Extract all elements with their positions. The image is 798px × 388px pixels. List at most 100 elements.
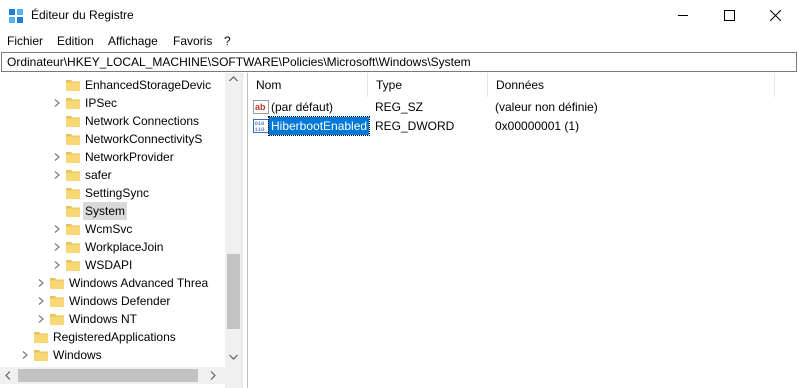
chevron-right-icon[interactable] bbox=[53, 225, 61, 233]
maximize-button[interactable] bbox=[706, 0, 752, 31]
tree-item-label: NetworkConnectivityS bbox=[85, 132, 203, 146]
address-bar[interactable]: Ordinateur\HKEY_LOCAL_MACHINE\SOFTWARE\P… bbox=[1, 52, 797, 72]
tree-item[interactable]: RegisteredApplications bbox=[0, 328, 225, 346]
tree-item-label: Windows Advanced Threa bbox=[69, 276, 209, 290]
chevron-right-icon[interactable] bbox=[37, 279, 45, 287]
tree-item[interactable]: IPSec bbox=[0, 94, 225, 112]
tree-item[interactable]: NetworkProvider bbox=[0, 148, 225, 166]
folder-icon bbox=[66, 134, 80, 145]
value-row[interactable]: ab (par défaut) REG_SZ (valeur non défin… bbox=[248, 98, 768, 116]
chevron-right-icon[interactable] bbox=[37, 297, 45, 305]
string-value-icon: ab bbox=[253, 100, 269, 114]
column-header-data[interactable]: Données bbox=[488, 73, 775, 97]
address-path[interactable]: Ordinateur\HKEY_LOCAL_MACHINE\SOFTWARE\P… bbox=[7, 55, 471, 69]
minimize-button[interactable] bbox=[660, 0, 706, 31]
value-data: (valeur non définie) bbox=[495, 100, 598, 114]
chevron-right-icon[interactable] bbox=[53, 171, 61, 179]
scroll-up-icon[interactable] bbox=[229, 76, 238, 82]
folder-icon bbox=[50, 314, 64, 325]
values-list[interactable]: Nom Type Données ab (par défaut) REG_SZ … bbox=[247, 73, 798, 388]
scroll-right-icon[interactable] bbox=[210, 371, 216, 380]
chevron-right-icon[interactable] bbox=[53, 261, 61, 269]
column-header-name[interactable]: Nom bbox=[248, 73, 368, 97]
minimize-icon bbox=[678, 15, 688, 16]
tree-item-label: RegisteredApplications bbox=[53, 330, 176, 344]
tree-scroll-thumb[interactable] bbox=[227, 254, 240, 329]
tree-item[interactable]: Network Connections bbox=[0, 112, 225, 130]
folder-icon bbox=[66, 98, 80, 109]
folder-icon bbox=[66, 152, 80, 163]
tree-item-label: NetworkProvider bbox=[85, 150, 174, 164]
scroll-down-icon[interactable] bbox=[229, 354, 238, 360]
chevron-right-icon[interactable] bbox=[21, 351, 29, 359]
folder-icon bbox=[34, 350, 48, 361]
tree-item-label: WorkplaceJoin bbox=[85, 240, 164, 254]
tree-horizontal-scrollbar[interactable] bbox=[0, 367, 225, 384]
tree-item-label: EnhancedStorageDevic bbox=[85, 78, 212, 92]
scroll-left-icon[interactable] bbox=[5, 371, 11, 380]
menu-edition[interactable]: Edition bbox=[57, 34, 94, 48]
chevron-right-icon[interactable] bbox=[53, 243, 61, 251]
tree-item-label: Windows bbox=[53, 348, 102, 362]
title-bar: Éditeur du Registre bbox=[0, 0, 798, 31]
chevron-right-icon[interactable] bbox=[53, 153, 61, 161]
chevron-right-icon[interactable] bbox=[53, 99, 61, 107]
value-type: REG_DWORD bbox=[375, 119, 455, 133]
tree-item[interactable]: Windows bbox=[0, 346, 225, 364]
tree-item[interactable]: WSDAPI bbox=[0, 256, 225, 274]
tree-item[interactable]: NetworkConnectivityS bbox=[0, 130, 225, 148]
tree-item-label: Windows Defender bbox=[69, 294, 171, 308]
tree-item[interactable]: WorkplaceJoin bbox=[0, 238, 225, 256]
tree-item-label: SettingSync bbox=[85, 186, 150, 200]
close-button[interactable] bbox=[752, 0, 798, 31]
folder-icon bbox=[66, 260, 80, 271]
tree-item-label: safer bbox=[85, 168, 112, 182]
menu-help[interactable]: ? bbox=[224, 34, 231, 48]
folder-icon bbox=[66, 170, 80, 181]
menu-favoris[interactable]: Favoris bbox=[173, 34, 212, 48]
column-header-type[interactable]: Type bbox=[368, 73, 488, 97]
tree-item-label: WSDAPI bbox=[85, 258, 133, 272]
tree-item[interactable]: WcmSvc bbox=[0, 220, 225, 238]
folder-icon bbox=[66, 116, 80, 127]
tree-item-label: Network Connections bbox=[85, 114, 200, 128]
value-data: 0x00000001 (1) bbox=[495, 119, 580, 133]
tree-item-label: WcmSvc bbox=[85, 222, 133, 236]
tree-pane[interactable]: EnhancedStorageDevic IPSec Network Connect… bbox=[0, 73, 242, 388]
value-name: HiberbootEnabled bbox=[267, 116, 371, 136]
maximize-icon bbox=[724, 10, 735, 21]
window-title: Éditeur du Registre bbox=[31, 8, 134, 22]
tree-item[interactable]: Windows NT bbox=[0, 310, 225, 328]
tree-item[interactable]: Windows Defender bbox=[0, 292, 225, 310]
tree-item-label: System bbox=[83, 202, 128, 220]
folder-icon bbox=[66, 80, 80, 91]
folder-icon bbox=[66, 224, 80, 235]
menu-fichier[interactable]: Fichier bbox=[7, 34, 43, 48]
folder-icon bbox=[66, 206, 80, 217]
folder-icon bbox=[50, 296, 64, 307]
svg-text:110: 110 bbox=[255, 126, 265, 133]
value-type: REG_SZ bbox=[375, 100, 424, 114]
folder-icon bbox=[50, 278, 64, 289]
close-icon bbox=[770, 10, 781, 21]
folder-icon bbox=[34, 332, 48, 343]
svg-text:ab: ab bbox=[255, 102, 266, 112]
tree-item-label: IPSec bbox=[85, 96, 118, 110]
tree-item[interactable]: Windows Advanced Threa bbox=[0, 274, 225, 292]
menu-bar: Fichier Edition Affichage Favoris ? bbox=[0, 31, 798, 51]
menu-affichage[interactable]: Affichage bbox=[108, 34, 158, 48]
tree-vertical-scrollbar[interactable] bbox=[225, 73, 242, 388]
value-row[interactable]: 010 110 HiberbootEnabled REG_DWORD 0x000… bbox=[248, 116, 768, 136]
tree-item[interactable]: safer bbox=[0, 166, 225, 184]
folder-icon bbox=[66, 242, 80, 253]
tree-item-label: Windows NT bbox=[69, 312, 138, 326]
folder-icon bbox=[66, 188, 80, 199]
tree-item[interactable]: System bbox=[0, 202, 225, 220]
tree-hscroll-thumb[interactable] bbox=[18, 369, 198, 382]
chevron-right-icon[interactable] bbox=[37, 315, 45, 323]
binary-value-icon: 010 110 bbox=[253, 119, 269, 133]
tree-item[interactable]: EnhancedStorageDevic bbox=[0, 76, 225, 94]
regedit-icon bbox=[9, 9, 23, 23]
value-name: (par défaut) bbox=[271, 100, 334, 114]
tree-item[interactable]: SettingSync bbox=[0, 184, 225, 202]
